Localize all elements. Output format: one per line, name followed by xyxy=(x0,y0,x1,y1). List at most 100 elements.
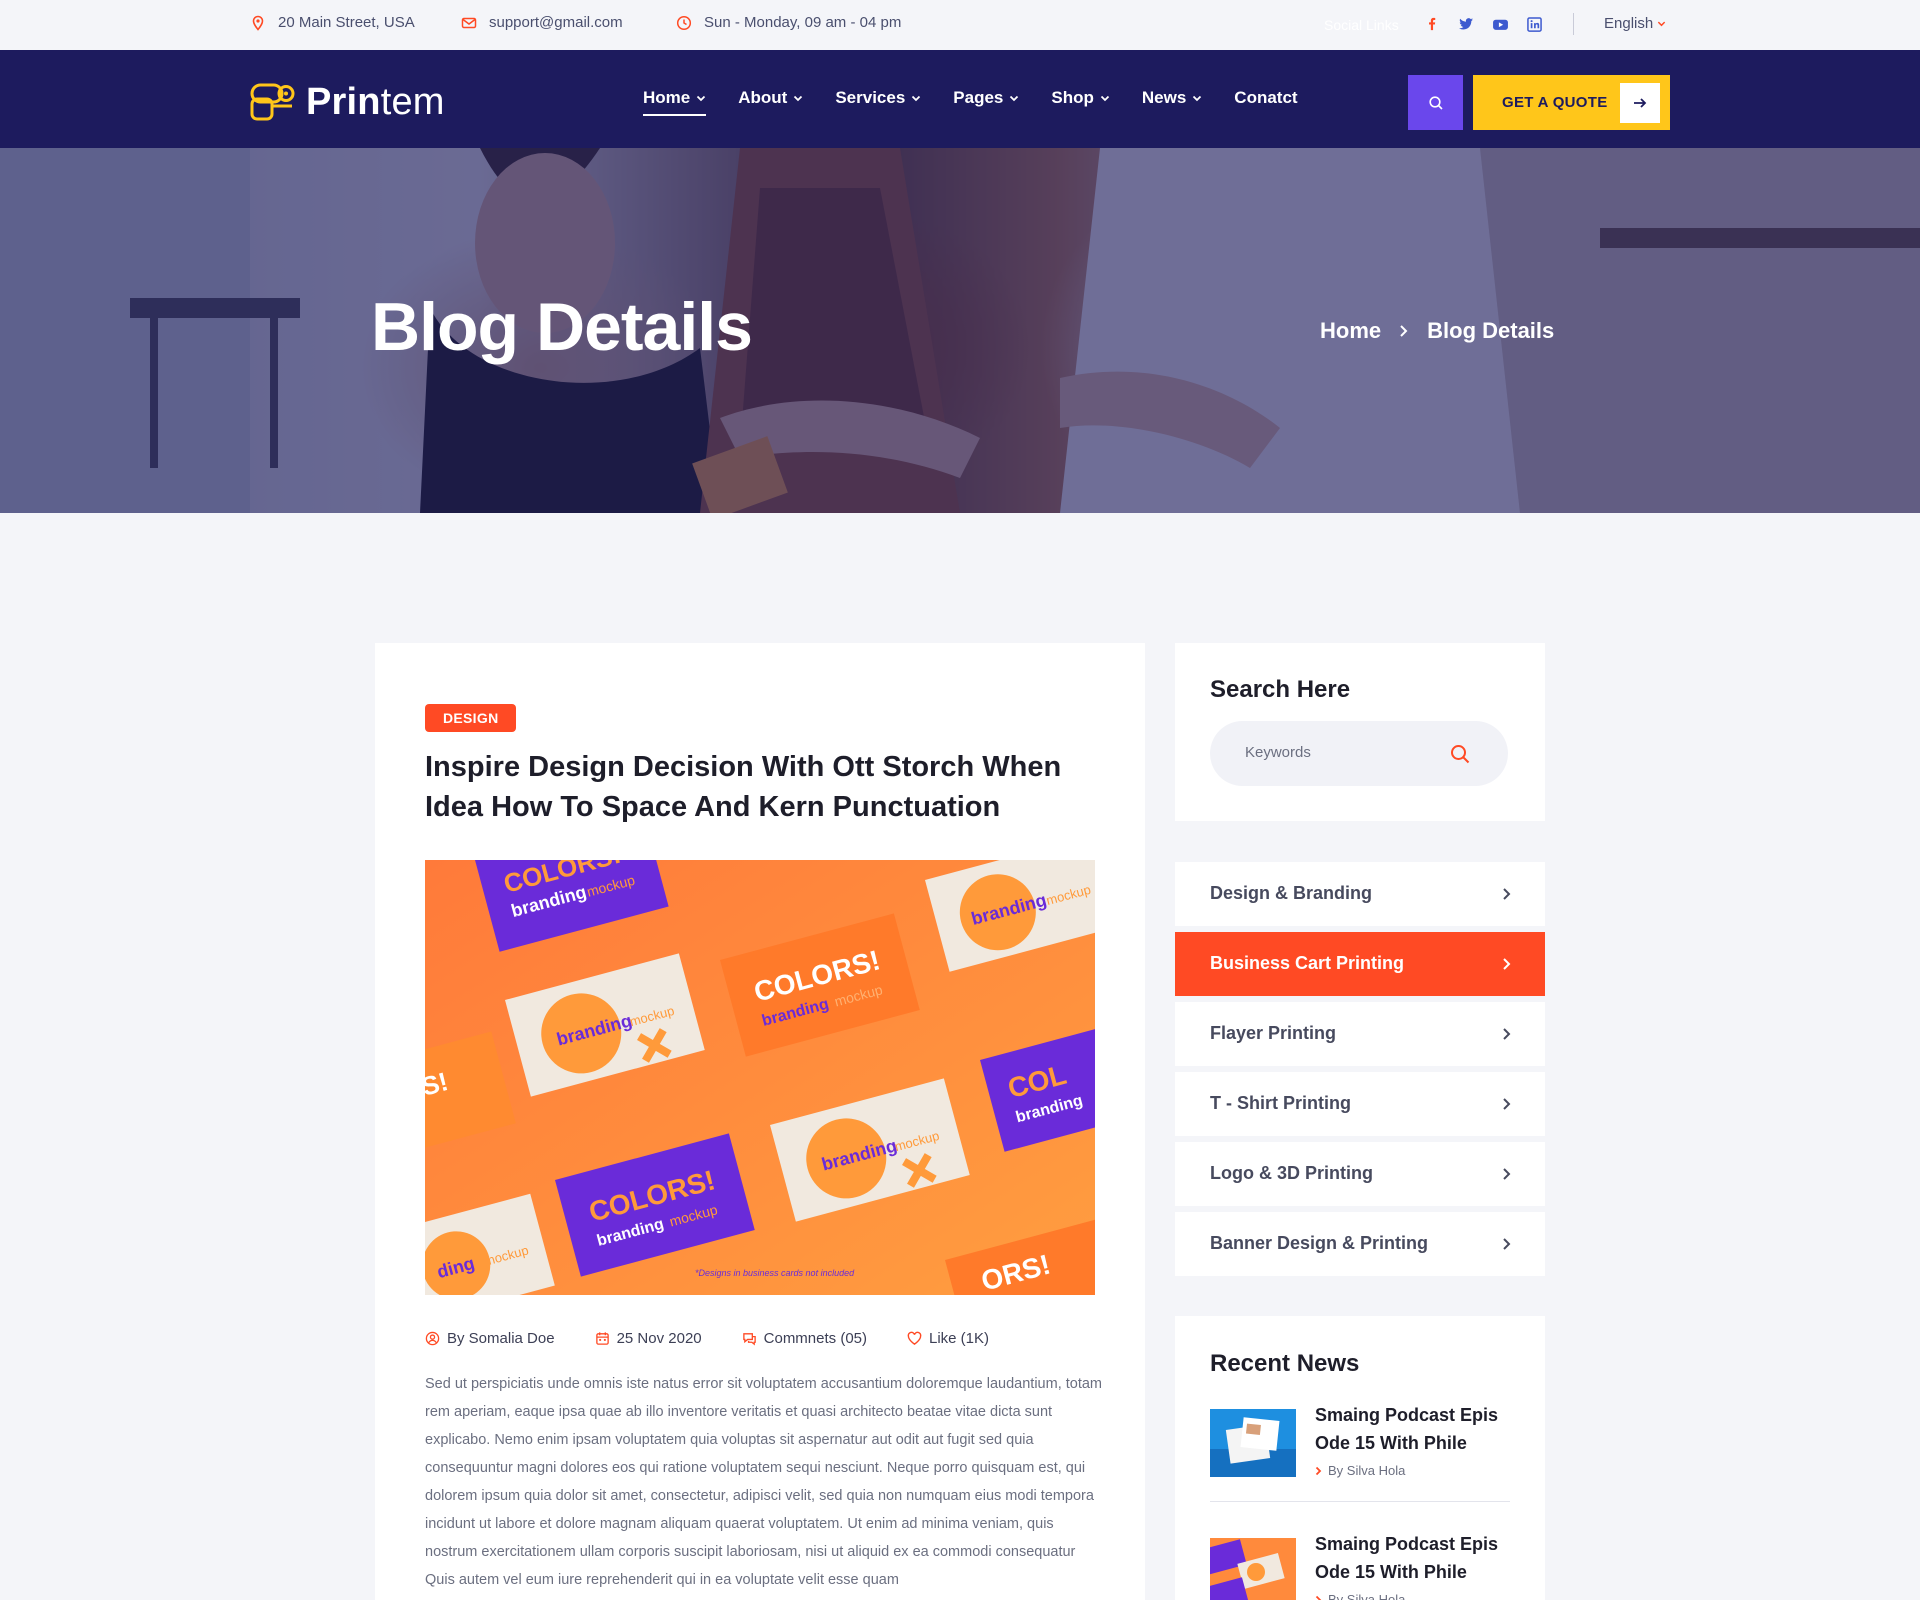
post-comments[interactable]: Commnets (05) xyxy=(742,1330,867,1347)
nav-item-shop[interactable]: Shop xyxy=(1051,88,1110,108)
post-body-text: Sed ut perspiciatis unde omnis iste natu… xyxy=(425,1376,1103,1588)
search-placeholder: Keywords xyxy=(1245,744,1311,761)
nav-item-services[interactable]: Services xyxy=(835,88,921,108)
hero-overlay xyxy=(0,148,1920,513)
recent-news-headline[interactable]: Smaing Podcast Epis Ode 15 With Phile xyxy=(1315,1530,1505,1586)
facebook-icon[interactable] xyxy=(1423,15,1441,33)
category-label: Design & Branding xyxy=(1210,883,1373,903)
logo-text-bold: Prin xyxy=(306,81,381,123)
nav-item-contact[interactable]: Conatct xyxy=(1234,88,1297,108)
recent-news-title: Recent News xyxy=(1210,1350,1360,1377)
chevron-right-icon xyxy=(1503,1238,1511,1250)
blog-post-card: DESIGN Inspire Design Decision With Ott … xyxy=(375,643,1145,1600)
recent-news-item[interactable]: Smaing Podcast Epis Ode 15 With Phile By… xyxy=(1210,1530,1510,1600)
printer-roll-icon xyxy=(250,83,295,120)
mail-icon xyxy=(461,17,477,28)
nav-item-news[interactable]: News xyxy=(1142,88,1202,108)
recent-news-thumbnail[interactable] xyxy=(1210,1409,1296,1477)
nav-label: Services xyxy=(835,88,906,107)
breadcrumb-current: Blog Details xyxy=(1427,318,1555,343)
chevron-right-icon xyxy=(1503,1168,1511,1180)
main-navbar: Printem Home About Services Pages Shop N… xyxy=(0,50,1920,148)
nav-item-about[interactable]: About xyxy=(738,88,803,108)
recent-news-headline[interactable]: Smaing Podcast Epis Ode 15 With Phile xyxy=(1315,1401,1505,1457)
post-author[interactable]: By Somalia Doe xyxy=(425,1330,555,1347)
chevron-right-icon xyxy=(1400,325,1408,337)
user-icon xyxy=(425,1331,440,1346)
likes-label: Like (1K) xyxy=(929,1330,990,1347)
printem-logo[interactable]: Printem xyxy=(250,81,445,124)
header-search-button[interactable] xyxy=(1408,75,1463,130)
date-label: 25 Nov 2020 xyxy=(616,1330,702,1347)
address-info: 20 Main Street, USA xyxy=(250,14,415,31)
chevron-down-icon xyxy=(794,95,803,102)
search-icon xyxy=(1428,95,1443,110)
main-menu: Home About Services Pages Shop News Cona… xyxy=(643,88,1298,116)
nav-label: Home xyxy=(643,88,691,107)
chevron-right-icon xyxy=(1503,1028,1511,1040)
search-icon[interactable] xyxy=(1449,743,1471,765)
category-item-tshirt-printing[interactable]: T - Shirt Printing xyxy=(1175,1072,1545,1136)
chevron-down-icon xyxy=(1100,95,1110,102)
topbar-divider xyxy=(1573,13,1574,35)
language-label: English xyxy=(1604,15,1654,32)
comments-icon xyxy=(742,1333,756,1346)
nav-item-home[interactable]: Home xyxy=(643,88,707,116)
category-label: Flayer Printing xyxy=(1210,1023,1337,1043)
recent-news-item[interactable]: Smaing Podcast Epis Ode 15 With Phile By… xyxy=(1210,1401,1510,1491)
youtube-icon[interactable] xyxy=(1491,15,1509,33)
comments-label: Commnets (05) xyxy=(763,1330,867,1347)
email-link[interactable]: support@gmail.com xyxy=(489,14,623,31)
chevron-right-icon xyxy=(1503,888,1511,900)
category-item-flayer-printing[interactable]: Flayer Printing xyxy=(1175,1002,1545,1066)
post-likes[interactable]: Like (1K) xyxy=(907,1330,989,1347)
category-item-banner-design-printing[interactable]: Banner Design & Printing xyxy=(1175,1212,1545,1276)
category-label: T - Shirt Printing xyxy=(1210,1093,1351,1113)
breadcrumb: Home Blog Details xyxy=(1320,318,1554,344)
recent-news-thumbnail[interactable] xyxy=(1210,1538,1296,1600)
get-a-quote-button[interactable]: GET A QUOTE xyxy=(1473,75,1670,130)
post-date: 25 Nov 2020 xyxy=(595,1330,702,1347)
category-tag[interactable]: DESIGN xyxy=(425,704,517,732)
address-text: 20 Main Street, USA xyxy=(278,14,415,31)
map-pin-icon xyxy=(252,15,264,31)
author-label: By Silva Hola xyxy=(1328,1592,1406,1600)
quote-label: GET A QUOTE xyxy=(1502,94,1608,111)
nav-item-pages[interactable]: Pages xyxy=(953,88,1019,108)
linkedin-icon[interactable] xyxy=(1525,15,1543,33)
page-hero-banner: Blog Details Home Blog Details xyxy=(0,148,1920,513)
recent-news-author: By Silva Hola xyxy=(1315,1463,1405,1478)
author-label: By Somalia Doe xyxy=(447,1330,555,1347)
chevron-down-icon xyxy=(912,95,921,102)
twitter-icon[interactable] xyxy=(1457,15,1475,33)
chevron-down-icon xyxy=(1010,95,1019,102)
hours-text: Sun - Monday, 09 am - 04 pm xyxy=(704,14,902,31)
arrow-right-icon xyxy=(1620,83,1660,123)
category-item-design-branding[interactable]: Design & Branding xyxy=(1175,862,1545,926)
chevron-right-icon xyxy=(1315,1466,1322,1475)
search-widget-title: Search Here xyxy=(1210,676,1351,703)
chevron-right-icon xyxy=(1315,1595,1322,1600)
nav-label: Pages xyxy=(953,88,1004,107)
chevron-right-icon xyxy=(1503,1098,1511,1110)
post-title: Inspire Design Decision With Ott Storch … xyxy=(425,751,1062,823)
post-meta: By Somalia Doe 25 Nov 2020 Commnets (05)… xyxy=(425,1330,989,1347)
language-select[interactable]: English xyxy=(1604,15,1666,32)
email-info[interactable]: support@gmail.com xyxy=(461,14,623,31)
logo-text: Printem xyxy=(306,81,445,124)
post-featured-image: COLORS! branding mockup branding mockup … xyxy=(425,860,1095,1295)
nav-label: About xyxy=(738,88,788,107)
sidebar-search-widget: Search Here Keywords xyxy=(1175,643,1545,821)
category-label: Logo & 3D Printing xyxy=(1210,1163,1373,1183)
hours-info: Sun - Monday, 09 am - 04 pm xyxy=(676,14,901,31)
nav-label: Conatct xyxy=(1234,88,1298,107)
category-item-business-cart-printing[interactable]: Business Cart Printing xyxy=(1175,932,1545,996)
nav-label: News xyxy=(1141,88,1187,107)
breadcrumb-home[interactable]: Home xyxy=(1320,318,1381,344)
search-input[interactable]: Keywords xyxy=(1210,721,1508,786)
author-label: By Silva Hola xyxy=(1328,1463,1406,1478)
chevron-down-icon xyxy=(1658,21,1666,27)
category-item-logo-3d-printing[interactable]: Logo & 3D Printing xyxy=(1175,1142,1545,1206)
svg-text:*Designs in business cards not: *Designs in business cards not included xyxy=(695,1268,855,1278)
top-bar: 20 Main Street, USA support@gmail.com Su… xyxy=(0,0,1920,50)
